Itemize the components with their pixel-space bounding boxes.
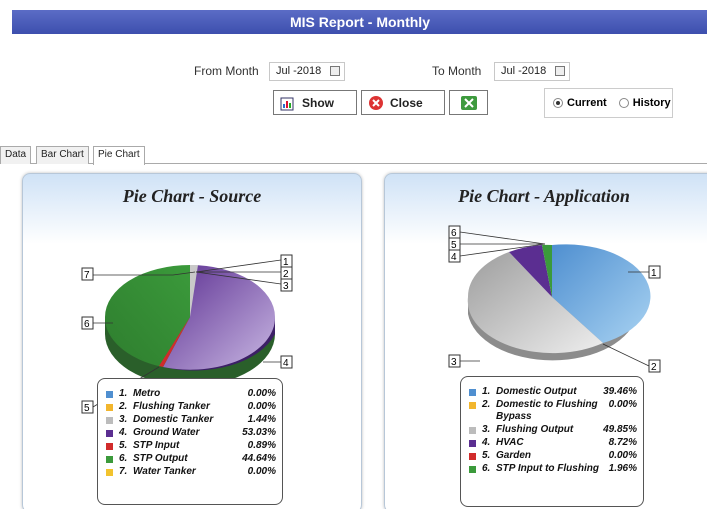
to-month-label: To Month [432,64,482,78]
callout: 6 [451,228,457,239]
callout: 3 [451,357,457,368]
radio-history-label: History [632,97,671,109]
excel-icon [460,95,477,110]
legend-item: 4. Ground Water 53.03% [106,427,282,439]
tab-bar: Data Bar Chart Pie Chart [0,144,707,165]
chart-title: Pie Chart - Application [458,186,630,206]
legend-swatch [106,469,113,476]
legend-item: 6. STP Output 44.64% [106,453,282,465]
legend-swatch [469,427,476,434]
report-icon [280,97,294,110]
close-button[interactable]: Close [361,90,445,115]
show-button-label: Show [302,95,334,110]
callout: 6 [84,319,90,330]
callout: 1 [283,257,289,268]
legend-swatch [469,466,476,473]
legend-swatch [469,402,476,409]
calendar-icon[interactable] [330,66,340,76]
window-title: MIS Report - Monthly [12,10,707,34]
close-button-label: Close [390,95,423,110]
show-button[interactable]: Show [273,90,357,115]
radio-current[interactable] [553,98,563,108]
close-icon [369,95,383,110]
callout: 5 [84,403,90,414]
callout: 4 [283,358,289,369]
calendar-icon[interactable] [555,66,565,76]
legend-item: 3. Flushing Output 49.85% [469,424,643,436]
legend-item: 7. Water Tanker 0.00% [106,466,282,478]
legend-swatch [469,453,476,460]
legend-item: 1. Domestic Output 39.46% [469,386,643,398]
callout: 1 [651,268,657,279]
callout: 7 [84,270,90,281]
tab-bar-chart[interactable]: Bar Chart [36,146,89,164]
export-excel-button[interactable] [449,90,488,115]
legend-item: 2. Flushing Tanker 0.00% [106,401,282,413]
pie-source-panel: Pie Chart - Source 7 1 2 3 6 4 5 1. Metro… [22,173,362,509]
callout: 5 [451,240,457,251]
callout: 4 [451,252,457,263]
pie-application-panel: Pie Chart - Application 6 5 4 1 3 2 1. Do… [384,173,707,509]
legend-item: 4. HVAC 8.72% [469,437,643,449]
legend-item: 1. Metro 0.00% [106,388,282,400]
legend-item: 3. Domestic Tanker 1.44% [106,414,282,426]
legend-swatch [106,391,113,398]
legend-swatch [469,389,476,396]
legend-item: 6. STP Input to Flushing 1.96% [469,463,643,475]
period-radio-group: Current History [544,88,673,118]
legend-item: 5. STP Input 0.89% [106,440,282,452]
from-month-label: From Month [194,64,259,78]
callout: 2 [283,269,289,280]
radio-current-label: Current [567,97,607,109]
legend-swatch [106,456,113,463]
radio-history[interactable] [618,98,629,108]
legend-item: 5. Garden 0.00% [469,450,643,462]
legend-item: 2. Domestic to Flushing Bypass 0.00% [469,399,643,423]
tab-pie-chart[interactable]: Pie Chart [93,146,145,165]
tab-data[interactable]: Data [0,146,32,164]
legend: 1. Metro 0.00% 2. Flushing Tanker 0.00% 3. Do… [97,378,283,505]
to-month-field[interactable]: Jul -2018 [494,62,570,81]
from-month-field[interactable]: Jul -2018 [269,62,345,81]
filter-panel: From Month Jul -2018 To Month Jul -2018 … [12,34,707,139]
legend-swatch [106,417,113,424]
from-month-value: Jul -2018 [276,65,322,77]
legend-swatch [106,443,113,450]
legend: 1. Domestic Output 39.46% 2. Domestic to Fl… [460,376,644,507]
callout: 2 [651,362,657,373]
legend-swatch [106,430,113,437]
callout: 3 [283,281,289,292]
legend-swatch [106,404,113,411]
chart-title: Pie Chart - Source [122,186,262,206]
to-month-value: Jul -2018 [501,65,547,77]
legend-swatch [469,440,476,447]
